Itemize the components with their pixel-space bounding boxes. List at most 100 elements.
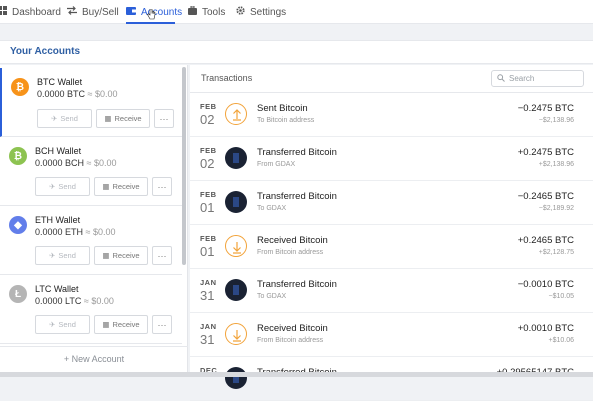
wallet-list: ₿ BTC Wallet 0.0000 BTC ≈ $0.00 ✈ Send ▦ R…: [0, 65, 188, 377]
tx-title: Transferred Bitcoin: [257, 279, 337, 290]
tx-amount: −0.2465 BTC: [517, 191, 574, 202]
more-label: ···: [157, 250, 167, 261]
nav-label: Settings: [250, 6, 287, 18]
tx-month: FEB: [200, 190, 217, 199]
active-tab-indicator: [126, 22, 175, 24]
mouse-cursor-icon: [147, 9, 156, 20]
transactions-panel: Transactions Search FEB 02 Sent Bitcoin To …: [190, 65, 593, 401]
qr-icon: ▦: [104, 114, 112, 123]
send-button[interactable]: ✈ Send: [35, 315, 90, 334]
fiat-balance: $0.00: [95, 89, 118, 99]
transaction-row[interactable]: FEB 01 Transferred Bitcoin To GDAX −0.2465 B…: [190, 181, 593, 225]
wallet-name: ETH Wallet: [35, 215, 81, 225]
tx-day: 31: [200, 288, 215, 303]
tx-month: FEB: [200, 146, 217, 155]
nav-tools[interactable]: Tools: [188, 0, 225, 24]
fiat-balance: $0.00: [94, 158, 117, 168]
tx-subtitle: From GDAX: [257, 161, 296, 168]
tools-icon: [188, 5, 197, 18]
dashboard-icon: [0, 6, 7, 18]
transaction-row[interactable]: FEB 02 Transferred Bitcoin From GDAX +0.2475…: [190, 137, 593, 181]
nav-settings[interactable]: Settings: [236, 0, 286, 24]
wallet-card-ltc[interactable]: Ł LTC Wallet 0.0000 LTC ≈ $0.00 ✈ Send ▦ R…: [0, 275, 182, 344]
tx-title: Sent Bitcoin: [257, 103, 308, 114]
search-placeholder: Search: [509, 74, 535, 83]
nav-label: Buy/Sell: [82, 6, 119, 18]
tx-fiat-amount: −$10.05: [548, 293, 575, 300]
tx-amount: +0.0010 BTC: [517, 323, 574, 334]
receive-label: Receive: [114, 114, 142, 123]
buy-sell-icon: [67, 6, 77, 18]
tx-month: FEB: [200, 102, 217, 111]
receive-button[interactable]: ▦ Receive: [94, 246, 148, 265]
crypto-balance: 0.0000 LTC: [35, 296, 82, 306]
tx-title: Transferred Bitcoin: [257, 191, 337, 202]
more-label: ···: [157, 319, 167, 330]
wallet-card-eth[interactable]: ◆ ETH Wallet 0.0000 ETH ≈ $0.00 ✈ Send ▦ R…: [0, 206, 182, 275]
wallet-list-scrollbar[interactable]: [182, 67, 186, 265]
qr-icon: ▦: [102, 251, 110, 260]
top-nav: Dashboard Buy/Sell Accounts Tools Settin…: [0, 0, 593, 24]
search-input[interactable]: Search: [491, 70, 584, 87]
tx-month: FEB: [200, 234, 217, 243]
tx-fiat-amount: −$2,138.96: [538, 117, 574, 124]
page-title: Your Accounts: [10, 46, 81, 57]
nav-buy-sell[interactable]: Buy/Sell: [67, 0, 119, 24]
send-icon: ✈: [49, 182, 56, 191]
receive-button[interactable]: ▦ Receive: [94, 315, 148, 334]
send-button[interactable]: ✈ Send: [37, 109, 92, 128]
more-options-button[interactable]: ···: [154, 109, 174, 128]
receive-label: Receive: [112, 251, 140, 260]
transaction-row[interactable]: DECTransferred Bitcoin+0.29565147 BTC: [190, 357, 593, 401]
wallet-card-bch[interactable]: ₿ BCH Wallet 0.0000 BCH ≈ $0.00 ✈ Send ▦ R…: [0, 137, 182, 206]
tx-month: JAN: [200, 278, 217, 287]
transaction-row[interactable]: JAN 31 Received Bitcoin From Bitcoin addres…: [190, 313, 593, 357]
tx-day: 01: [200, 200, 215, 215]
send-icon: ✈: [51, 114, 58, 123]
tx-day: 02: [200, 112, 215, 127]
transaction-row[interactable]: FEB 01 Received Bitcoin From Bitcoin addres…: [190, 225, 593, 269]
receive-button[interactable]: ▦ Receive: [94, 177, 148, 196]
nav-label: Tools: [202, 6, 226, 18]
tx-fiat-amount: +$2,138.96: [538, 161, 574, 168]
transactions-title: Transactions: [201, 73, 253, 83]
tx-fiat-amount: +$2,128.75: [538, 249, 574, 256]
send-icon: ✈: [49, 320, 56, 329]
tx-day: 02: [200, 156, 215, 171]
wallet-balance: 0.0000 ETH ≈ $0.00: [35, 227, 116, 237]
receive-button[interactable]: ▦ Receive: [96, 109, 150, 128]
horizontal-scrollbar[interactable]: [0, 372, 593, 377]
send-label: Send: [58, 320, 76, 329]
wallet-icon: [126, 6, 136, 18]
more-options-button[interactable]: ···: [152, 246, 172, 265]
bitcoin-cash-coin-icon: ₿: [9, 147, 27, 165]
receive-icon: [225, 235, 247, 257]
more-options-button[interactable]: ···: [152, 315, 172, 334]
tx-amount: +0.2475 BTC: [517, 147, 574, 158]
send-button[interactable]: ✈ Send: [35, 246, 90, 265]
receive-icon: [225, 323, 247, 345]
approx-sign: ≈: [85, 227, 91, 237]
transaction-row[interactable]: FEB 02 Sent Bitcoin To Bitcoin address −0.24…: [190, 93, 593, 137]
wallet-balance: 0.0000 BCH ≈ $0.00: [35, 158, 117, 168]
new-account-button[interactable]: + New Account: [0, 346, 188, 370]
search-icon: [497, 73, 505, 84]
send-button[interactable]: ✈ Send: [35, 177, 90, 196]
gdax-icon: [225, 367, 247, 389]
more-options-button[interactable]: ···: [152, 177, 172, 196]
transaction-row[interactable]: JAN 31 Transferred Bitcoin To GDAX −0.0010 B…: [190, 269, 593, 313]
litecoin-coin-icon: Ł: [9, 285, 27, 303]
nav-label: Dashboard: [12, 6, 61, 18]
approx-sign: ≈: [86, 158, 92, 168]
nav-dashboard[interactable]: Dashboard: [0, 0, 61, 24]
tx-title: Received Bitcoin: [257, 323, 328, 334]
wallet-card-btc[interactable]: ₿ BTC Wallet 0.0000 BTC ≈ $0.00 ✈ Send ▦ R…: [0, 68, 182, 137]
crypto-balance: 0.0000 BTC: [37, 89, 86, 99]
send-label: Send: [58, 251, 76, 260]
tx-title: Received Bitcoin: [257, 235, 328, 246]
accounts-header: Your Accounts: [0, 40, 593, 64]
wallet-balance: 0.0000 LTC ≈ $0.00: [35, 296, 114, 306]
approx-sign: ≈: [83, 296, 89, 306]
send-icon: [225, 103, 247, 125]
wallet-name: BTC Wallet: [37, 77, 83, 87]
